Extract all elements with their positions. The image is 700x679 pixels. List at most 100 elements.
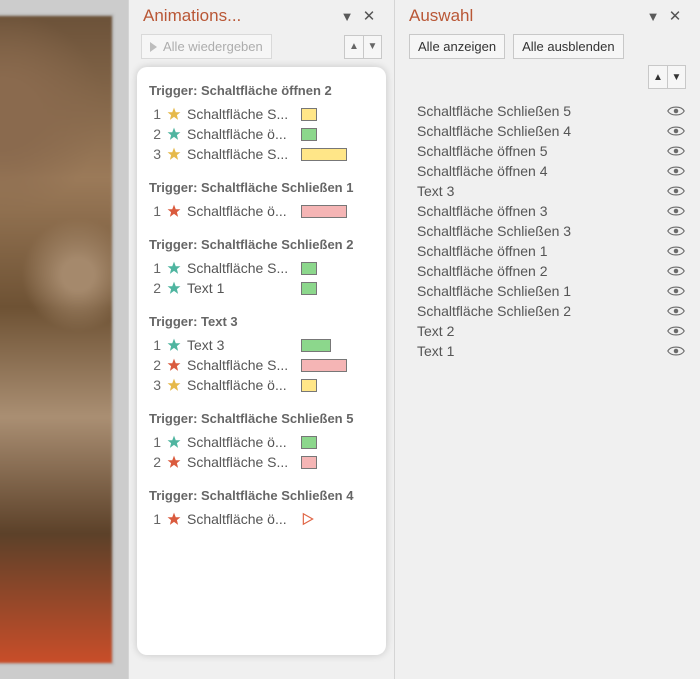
animation-item[interactable]: 1Schaltfläche ö... <box>147 201 376 221</box>
visibility-toggle-eye-icon[interactable] <box>666 244 686 258</box>
animation-index: 2 <box>149 126 161 142</box>
selection-item-name: Text 3 <box>409 183 666 199</box>
animation-item[interactable]: 1 Schaltfläche ö... <box>147 432 376 452</box>
animation-target-name: Schaltfläche ö... <box>187 434 295 450</box>
play-all-button[interactable]: Alle wiedergeben <box>141 34 272 59</box>
visibility-toggle-eye-icon[interactable] <box>666 124 686 138</box>
timeline-bar[interactable] <box>301 262 317 275</box>
visibility-toggle-eye-icon[interactable] <box>666 204 686 218</box>
hide-all-button[interactable]: Alle ausblenden <box>513 34 624 59</box>
star-icon <box>167 127 181 141</box>
selection-item[interactable]: Schaltfläche Schließen 3 <box>409 221 686 241</box>
selection-item-name: Schaltfläche Schließen 4 <box>409 123 666 139</box>
trigger-group: Trigger: Text 31Text 32Schaltfläche S...… <box>147 308 376 405</box>
animation-list[interactable]: Trigger: Schaltfläche öffnen 21Schaltflä… <box>137 67 386 655</box>
timeline-bar[interactable] <box>301 128 317 141</box>
timeline-bar[interactable] <box>301 282 317 295</box>
trigger-title: Trigger: Schaltfläche Schließen 1 <box>147 178 376 201</box>
visibility-toggle-eye-icon[interactable] <box>666 104 686 118</box>
animation-target-name: Schaltfläche S... <box>187 106 295 122</box>
visibility-toggle-eye-icon[interactable] <box>666 344 686 358</box>
selection-item[interactable]: Schaltfläche öffnen 1 <box>409 241 686 261</box>
animation-target-name: Schaltfläche ö... <box>187 126 295 142</box>
selection-item[interactable]: Schaltfläche öffnen 2 <box>409 261 686 281</box>
selection-item[interactable]: Schaltfläche öffnen 5 <box>409 141 686 161</box>
visibility-toggle-eye-icon[interactable] <box>666 144 686 158</box>
star-icon <box>167 107 181 121</box>
visibility-toggle-eye-icon[interactable] <box>666 264 686 278</box>
close-animation-pane-icon[interactable]: ✕ <box>358 7 380 25</box>
timeline-bar[interactable] <box>301 379 317 392</box>
slide-thumbnail[interactable] <box>0 14 114 665</box>
animation-target-name: Schaltfläche ö... <box>187 511 295 527</box>
selection-item-name: Schaltfläche Schließen 2 <box>409 303 666 319</box>
animation-index: 2 <box>149 357 161 373</box>
animation-item[interactable]: 2 Schaltfläche ö... <box>147 124 376 144</box>
move-down-icon[interactable]: ▼ <box>363 36 381 58</box>
move-down-icon[interactable]: ▼ <box>667 66 685 88</box>
slide-thumbnail-strip <box>0 0 128 679</box>
animation-item[interactable]: 3Schaltfläche S... <box>147 144 376 164</box>
animation-item[interactable]: 2Schaltfläche S... <box>147 355 376 375</box>
timeline-bar[interactable] <box>301 148 347 161</box>
trigger-group: Trigger: Schaltfläche Schließen 21Schalt… <box>147 231 376 308</box>
selection-item[interactable]: Schaltfläche Schließen 5 <box>409 101 686 121</box>
move-up-icon[interactable]: ▲ <box>649 66 667 88</box>
hide-all-label: Alle ausblenden <box>522 39 615 54</box>
selection-pane: Auswahl ▼ ✕ Alle anzeigen Alle ausblende… <box>394 0 700 679</box>
animation-item[interactable]: 1 Schaltfläche ö... <box>147 509 376 529</box>
show-all-button[interactable]: Alle anzeigen <box>409 34 505 59</box>
animation-item[interactable]: 1Schaltfläche S... <box>147 258 376 278</box>
visibility-toggle-eye-icon[interactable] <box>666 224 686 238</box>
pane-menu-dropdown-icon[interactable]: ▼ <box>642 9 664 24</box>
animation-index: 1 <box>149 106 161 122</box>
star-icon <box>167 435 181 449</box>
visibility-toggle-eye-icon[interactable] <box>666 284 686 298</box>
timeline-bar[interactable] <box>301 108 317 121</box>
animation-index: 3 <box>149 377 161 393</box>
pane-menu-dropdown-icon[interactable]: ▼ <box>336 9 358 24</box>
selection-item[interactable]: Text 2 <box>409 321 686 341</box>
selection-pane-header: Auswahl ▼ ✕ <box>395 0 700 30</box>
animation-item[interactable]: 2Schaltfläche S... <box>147 452 376 472</box>
selection-item[interactable]: Schaltfläche öffnen 4 <box>409 161 686 181</box>
timeline-bar[interactable] <box>301 339 331 352</box>
visibility-toggle-eye-icon[interactable] <box>666 184 686 198</box>
timeline-bar[interactable] <box>301 359 347 372</box>
animation-target-name: Schaltfläche S... <box>187 146 295 162</box>
visibility-toggle-eye-icon[interactable] <box>666 324 686 338</box>
animation-index: 1 <box>149 260 161 276</box>
animation-index: 1 <box>149 511 161 527</box>
move-up-icon[interactable]: ▲ <box>345 36 363 58</box>
motion-path-icon <box>301 512 315 526</box>
visibility-toggle-eye-icon[interactable] <box>666 304 686 318</box>
animation-item[interactable]: 1 Schaltfläche S... <box>147 104 376 124</box>
selection-pane-title: Auswahl <box>409 6 642 26</box>
selection-list[interactable]: Schaltfläche Schließen 5 Schaltfläche Sch… <box>395 95 700 367</box>
selection-item[interactable]: Schaltfläche Schließen 2 <box>409 301 686 321</box>
selection-item-name: Schaltfläche Schließen 5 <box>409 103 666 119</box>
animation-index: 1 <box>149 434 161 450</box>
trigger-group: Trigger: Schaltfläche öffnen 21Schaltflä… <box>147 77 376 174</box>
selection-item[interactable]: Text 1 <box>409 341 686 361</box>
animation-item[interactable]: 1Text 3 <box>147 335 376 355</box>
timeline-bar[interactable] <box>301 205 347 218</box>
selection-item[interactable]: Schaltfläche Schließen 1 <box>409 281 686 301</box>
selection-item[interactable]: Schaltfläche Schließen 4 <box>409 121 686 141</box>
star-icon <box>167 338 181 352</box>
timeline-bar[interactable] <box>301 436 317 449</box>
visibility-toggle-eye-icon[interactable] <box>666 164 686 178</box>
selection-item[interactable]: Text 3 <box>409 181 686 201</box>
star-icon <box>167 358 181 372</box>
selection-item-name: Text 2 <box>409 323 666 339</box>
trigger-title: Trigger: Schaltfläche Schließen 5 <box>147 409 376 432</box>
selection-item-name: Schaltfläche öffnen 2 <box>409 263 666 279</box>
timeline-bar[interactable] <box>301 456 317 469</box>
animation-item[interactable]: 2Text 1 <box>147 278 376 298</box>
animation-index: 2 <box>149 454 161 470</box>
star-icon <box>167 455 181 469</box>
selection-item[interactable]: Schaltfläche öffnen 3 <box>409 201 686 221</box>
animation-item[interactable]: 3Schaltfläche ö... <box>147 375 376 395</box>
close-selection-pane-icon[interactable]: ✕ <box>664 7 686 25</box>
selection-item-name: Schaltfläche öffnen 5 <box>409 143 666 159</box>
